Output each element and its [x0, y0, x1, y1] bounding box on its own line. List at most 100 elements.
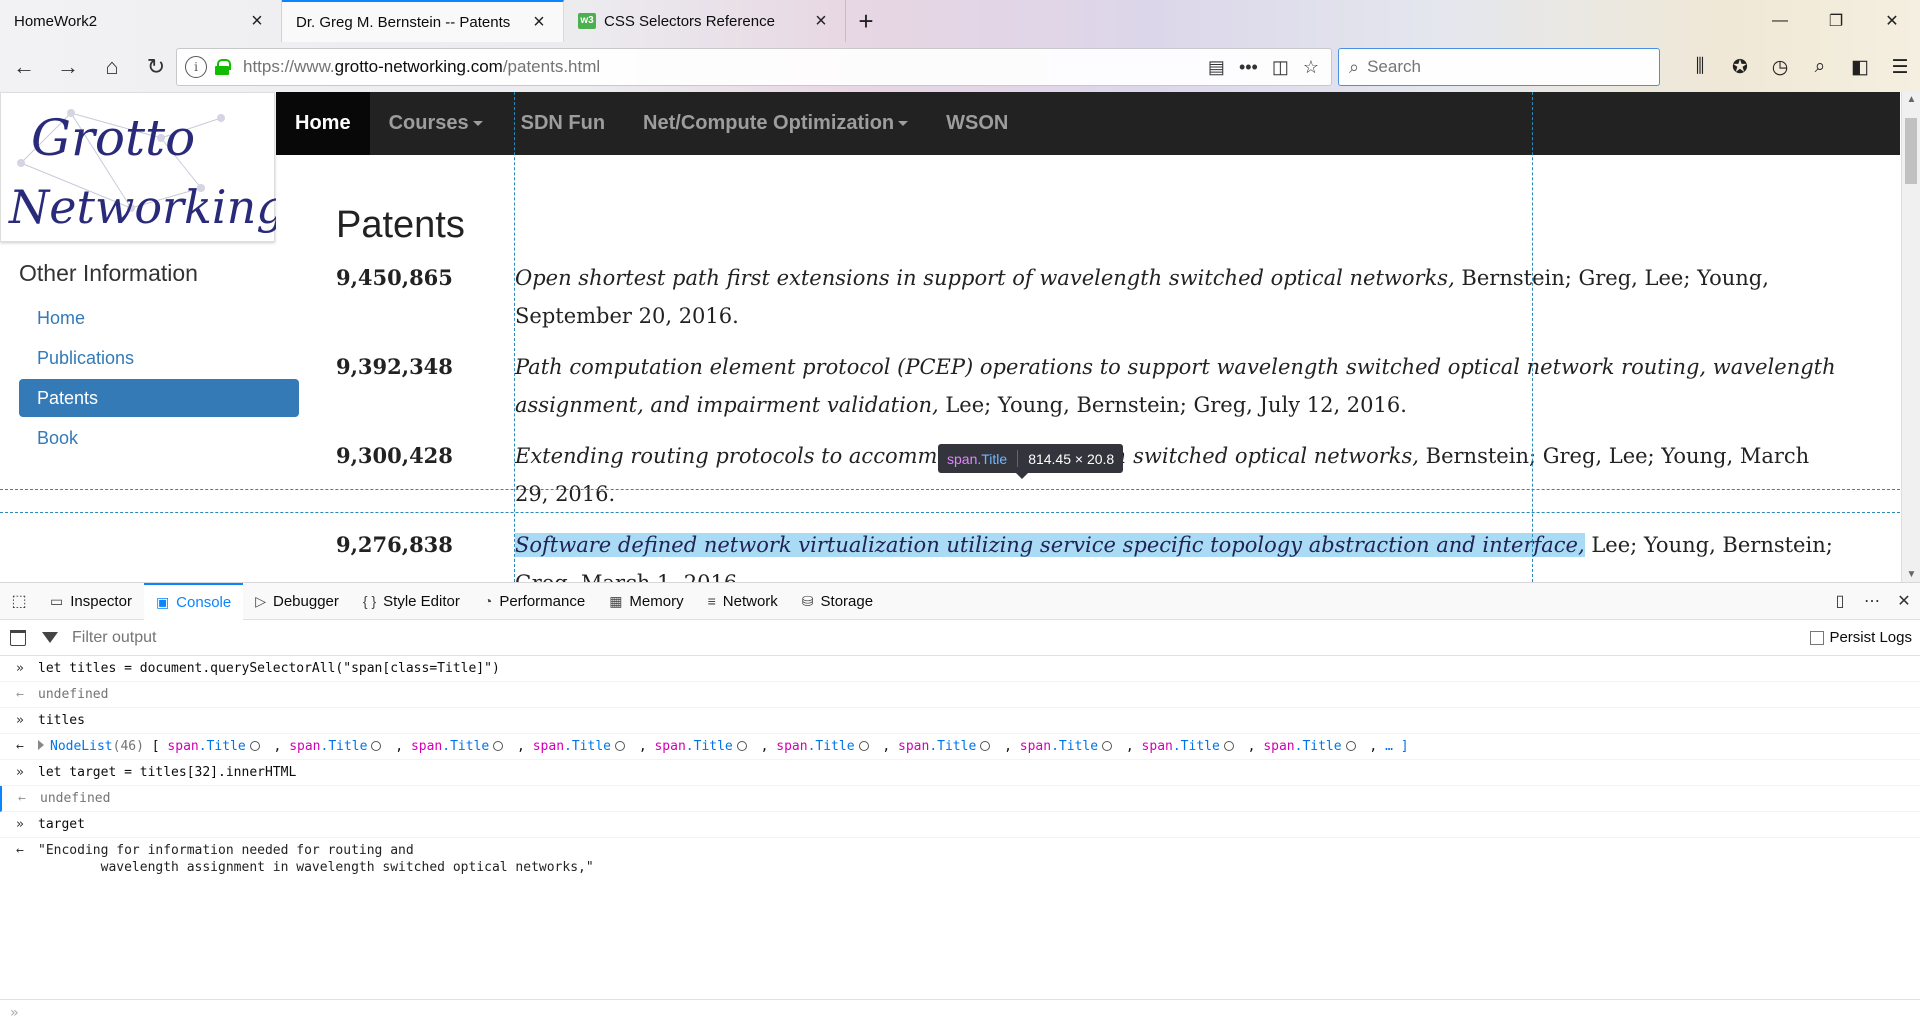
tab-patents[interactable]: Dr. Greg M. Bernstein -- Patents × [282, 0, 564, 42]
devtools-menu-icon[interactable]: ⋯ [1856, 591, 1888, 611]
sidebar-item-patents[interactable]: Patents [19, 379, 299, 417]
page-actions-icon[interactable]: ••• [1239, 57, 1258, 78]
home-icon[interactable]: ⌂ [92, 47, 132, 87]
scroll-up-icon[interactable]: ▲ [1902, 94, 1920, 105]
nav-net-compute-optimization[interactable]: Net/Compute Optimization [624, 92, 927, 155]
reader-view-icon[interactable]: ▤ [1208, 57, 1225, 78]
nodelist-type[interactable]: NodeList [50, 739, 113, 754]
node-class: .Title [198, 739, 246, 754]
nodelist-item[interactable]: span.Title [1263, 739, 1361, 754]
select-node-target-icon[interactable] [980, 741, 991, 751]
caret-down-icon [472, 121, 483, 126]
select-node-target-icon[interactable] [858, 741, 869, 751]
site-logo[interactable]: Grotto Networking [0, 92, 276, 242]
select-node-target-icon[interactable] [615, 741, 625, 751]
console-input-line[interactable]: » target [0, 812, 1920, 838]
sidebar-item-book[interactable]: Book [19, 419, 299, 457]
tab-label: Console [176, 593, 232, 611]
persist-logs-label: Persist Logs [1829, 629, 1912, 646]
close-icon[interactable]: × [247, 10, 267, 32]
console-input-line[interactable]: » titles [0, 708, 1920, 734]
console-input-line[interactable]: » let target = titles[32].innerHTML [0, 760, 1920, 786]
back-arrow-icon[interactable]: ← [4, 47, 44, 87]
forward-arrow-icon[interactable]: → [48, 47, 88, 87]
nodelist-item[interactable]: span.Title [167, 739, 265, 754]
minimize-icon[interactable]: — [1752, 0, 1808, 42]
search-input[interactable] [1367, 57, 1638, 77]
performance-icon: ◔ [483, 593, 493, 609]
persist-logs-checkbox[interactable]: Persist Logs [1810, 629, 1912, 646]
tab-console[interactable]: ▣ Console [143, 582, 244, 620]
nodelist-item[interactable]: span.Title [654, 739, 752, 754]
clear-console-trash-icon[interactable] [10, 629, 26, 646]
nav-home[interactable]: Home [276, 92, 370, 155]
tab-style-editor[interactable]: { } Style Editor [351, 583, 472, 620]
url-bar[interactable]: i https://www.grotto-networking.com/pate… [176, 48, 1332, 86]
filter-output-input[interactable] [72, 628, 1272, 647]
element-picker-icon[interactable]: ⬚ [0, 583, 38, 620]
page-title: Patents [336, 204, 465, 246]
checkbox-box[interactable] [1810, 630, 1825, 645]
nodelist-more[interactable]: … ] [1385, 739, 1408, 754]
nodelist-item[interactable]: span.Title [776, 739, 874, 754]
tab-memory[interactable]: ▦ Memory [597, 583, 695, 620]
select-node-target-icon[interactable] [371, 741, 382, 751]
bookmark-star-icon[interactable]: ☆ [1303, 57, 1319, 78]
nav-wson[interactable]: WSON [927, 92, 1027, 155]
library-icon[interactable]: ⫼ [1680, 47, 1720, 87]
sidebar-item-home[interactable]: Home [19, 299, 299, 337]
tab-network[interactable]: ≡ Network [696, 583, 790, 620]
sidebar-heading: Other Information [19, 260, 198, 286]
menu-hamburger-icon[interactable]: ☰ [1880, 47, 1920, 87]
select-node-target-icon[interactable] [493, 741, 504, 751]
console-nodelist-line[interactable]: ← NodeList(46) [ span.Title , span.Title … [0, 734, 1920, 760]
expand-triangle-icon[interactable] [38, 740, 44, 750]
select-node-target-icon[interactable] [1223, 741, 1234, 751]
nodelist-item[interactable]: span.Title [1142, 739, 1240, 754]
url-host: grotto-networking.com [334, 57, 503, 76]
close-icon[interactable]: × [529, 11, 549, 33]
nodelist-item[interactable]: span.Title [1020, 739, 1118, 754]
info-icon[interactable]: i [185, 56, 207, 78]
select-node-target-icon[interactable] [249, 741, 260, 751]
tab-inspector[interactable]: ▭ Inspector [38, 583, 144, 620]
window-controls: — ❐ ✕ [1752, 0, 1920, 42]
select-node-target-icon[interactable] [1102, 741, 1113, 751]
magnifier-icon[interactable]: ⌕ [1800, 47, 1840, 87]
filter-funnel-icon[interactable] [42, 632, 58, 643]
nav-courses[interactable]: Courses [370, 92, 502, 155]
sidebar-icon[interactable]: ◧ [1840, 47, 1880, 87]
close-devtools-icon[interactable]: ✕ [1888, 591, 1920, 611]
url-text[interactable]: https://www.grotto-networking.com/patent… [243, 57, 1208, 77]
sidebar-item-publications[interactable]: Publications [19, 339, 299, 377]
scroll-down-icon[interactable]: ▼ [1902, 569, 1920, 580]
console-input-line[interactable]: » let titles = document.querySelectorAll(… [0, 656, 1920, 682]
reload-icon[interactable]: ↻ [136, 47, 176, 87]
history-clock-icon[interactable]: ◷ [1760, 47, 1800, 87]
console-input[interactable]: » [0, 999, 1920, 1029]
search-bar[interactable]: ⌕ [1338, 48, 1660, 86]
tab-performance[interactable]: ◔ Performance [472, 583, 597, 620]
select-node-target-icon[interactable] [1345, 741, 1356, 751]
memory-icon: ▦ [609, 592, 623, 609]
restore-icon[interactable]: ❐ [1808, 0, 1864, 42]
select-node-target-icon[interactable] [736, 741, 747, 751]
page-scrollbar[interactable]: ▲ ▼ [1901, 92, 1920, 582]
tab-debugger[interactable]: ▷ Debugger [243, 583, 351, 620]
nodelist-item[interactable]: span.Title [533, 739, 631, 754]
nav-sdn-fun[interactable]: SDN Fun [502, 92, 624, 155]
nodelist-item[interactable]: span.Title [411, 739, 509, 754]
scrollbar-thumb[interactable] [1905, 118, 1917, 184]
new-tab-plus-icon[interactable]: + [846, 0, 886, 42]
pocket-icon[interactable]: ◫ [1272, 57, 1289, 78]
infobar-separator [1017, 450, 1019, 467]
nodelist-item[interactable]: span.Title [898, 739, 996, 754]
close-icon[interactable]: × [811, 10, 831, 32]
tab-homework2[interactable]: HomeWork2 × [0, 0, 282, 42]
bookmarks-star-icon[interactable]: ✪ [1720, 47, 1760, 87]
nodelist-item[interactable]: span.Title [289, 739, 387, 754]
tab-css-selectors[interactable]: w3 CSS Selectors Reference × [564, 0, 846, 42]
responsive-design-icon[interactable]: ▯ [1824, 591, 1856, 611]
tab-storage[interactable]: ⛁ Storage [790, 583, 885, 620]
close-window-icon[interactable]: ✕ [1864, 0, 1920, 42]
